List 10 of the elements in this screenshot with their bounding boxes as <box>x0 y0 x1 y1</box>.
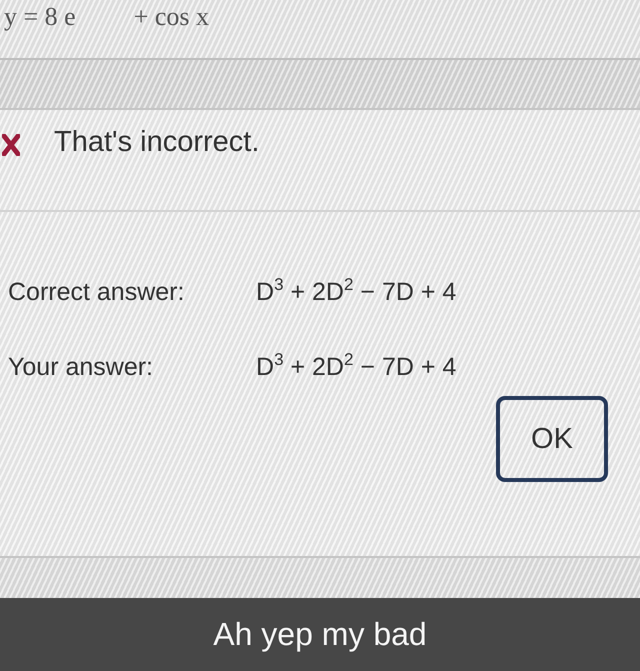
answer-label: Your answer: <box>8 353 154 382</box>
feedback-message: That's incorrect. <box>54 126 260 158</box>
ok-button[interactable]: OK <box>496 396 608 482</box>
equation-text: + cos x <box>134 2 210 32</box>
answer-expression: D$^{3}$ + 2D$^{2}$ − 7D + 4 <box>256 353 458 382</box>
caption-text: Ah yep my bad <box>213 616 427 653</box>
equation-text: y = 8 e <box>4 2 76 32</box>
answer-expression: D$^{3}$ + 2D$^{2}$ − 7D + 4 <box>256 278 458 307</box>
answer-label: Correct answer: <box>8 278 186 307</box>
cross-icon <box>2 134 20 156</box>
